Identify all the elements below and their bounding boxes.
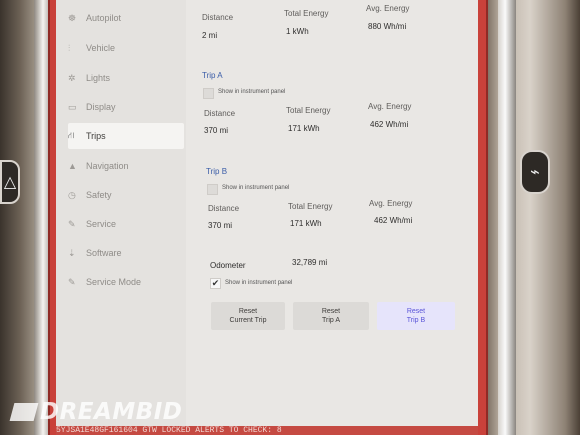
sidebar-item-label: Lights	[86, 73, 111, 83]
reset-trip-b-button[interactable]: Reset Trip B	[377, 302, 455, 330]
trip-a-checkbox-label: Show in instrument panel	[218, 89, 286, 95]
sidebar-item-label: Software	[86, 248, 122, 258]
trip-a-energy-label: Total Energy	[286, 106, 331, 115]
download-icon: ⇣	[68, 247, 76, 258]
sidebar-item-trips[interactable]: ⛙ Trips	[68, 123, 184, 149]
wrench-icon: ✎	[68, 218, 76, 229]
sliders-icon: ⫶	[68, 42, 71, 53]
trip-b-title: Trip B	[206, 167, 228, 176]
reset-trip-a-button[interactable]: Reset Trip A	[293, 302, 369, 330]
chrome-trim-right	[498, 0, 516, 435]
sidebar-item-label: Trips	[86, 131, 106, 141]
trip-a-avg-value: 462 Wh/mi	[370, 120, 409, 129]
current-avg-label: Avg. Energy	[366, 4, 410, 13]
reset-a-line2: Trip A	[321, 317, 341, 324]
sidebar-item-label: Service Mode	[86, 277, 142, 287]
odometer-checkbox-label: Show in instrument panel	[225, 280, 293, 286]
trip-a-energy-value: 171 kWh	[288, 124, 320, 133]
trips-panel: Distance Total Energy Avg. Energy 2 mi 1…	[194, 0, 470, 426]
sidebar-item-label: Navigation	[86, 161, 129, 171]
sidebar-item-service-mode[interactable]: ✎ Service Mode	[68, 270, 184, 294]
reset-current-line1: Reset	[238, 308, 258, 315]
sidebar-item-vehicle[interactable]: ⫶ Vehicle	[68, 36, 184, 60]
dreambid-watermark: DREAMBID	[9, 398, 183, 426]
trip-b-avg-label: Avg. Energy	[369, 199, 413, 208]
trip-b-checkbox[interactable]	[207, 184, 218, 195]
sidebar-item-service[interactable]: ✎ Service	[68, 212, 184, 236]
current-energy-value: 1 kWh	[286, 27, 309, 36]
sidebar-item-label: Vehicle	[86, 43, 116, 53]
trip-a-distance-label: Distance	[204, 109, 236, 118]
current-energy-label: Total Energy	[284, 9, 329, 18]
display-icon: ▭	[68, 101, 77, 112]
odometer-value: 32,789 mi	[292, 258, 328, 267]
trip-b-avg-value: 462 Wh/mi	[374, 216, 413, 225]
safety-icon: ◷	[68, 189, 76, 200]
odometer-checkbox[interactable]: ✔	[210, 278, 221, 289]
sidebar-item-autopilot[interactable]: ☸ Autopilot	[68, 6, 184, 30]
trip-b-distance-value: 370 mi	[208, 221, 233, 230]
trips-icon: ⛙	[68, 130, 75, 140]
trip-a-distance-value: 370 mi	[204, 126, 229, 135]
dreambid-logo-icon	[9, 403, 39, 421]
sun-icon: ✲	[68, 72, 76, 83]
trip-b-distance-label: Distance	[208, 204, 240, 213]
current-distance-label: Distance	[202, 13, 234, 22]
sidebar-item-display[interactable]: ▭ Display	[68, 95, 184, 119]
reset-current-trip-button[interactable]: Reset Current Trip	[211, 302, 285, 330]
car-interior-right	[480, 0, 580, 435]
current-distance-value: 2 mi	[202, 31, 218, 40]
sidebar-item-safety[interactable]: ◷ Safety	[68, 183, 184, 207]
trip-a-avg-label: Avg. Energy	[368, 102, 412, 111]
sidebar-item-label: Safety	[86, 190, 112, 200]
sidebar-item-software[interactable]: ⇣ Software	[68, 241, 184, 265]
reset-a-line1: Reset	[321, 308, 341, 315]
current-avg-value: 880 Wh/mi	[368, 22, 407, 31]
watermark-text: DREAMBID	[40, 399, 183, 425]
settings-sidebar: ☸ Autopilot ⫶ Vehicle ✲ Lights ▭ Display…	[56, 0, 186, 426]
hazard-button: △	[0, 160, 20, 204]
sidebar-item-label: Service	[86, 219, 117, 229]
trip-a-title: Trip A	[202, 71, 223, 80]
glovebox-button: ⌁	[520, 150, 550, 194]
reset-b-line2: Trip B	[406, 317, 426, 324]
sidebar-item-navigation[interactable]: ▲ Navigation	[68, 154, 184, 178]
navigation-icon: ▲	[68, 161, 77, 171]
sidebar-item-lights[interactable]: ✲ Lights	[68, 66, 184, 90]
reset-current-line2: Current Trip	[229, 317, 267, 324]
service-mode-icon: ✎	[68, 276, 76, 287]
trip-a-checkbox[interactable]	[203, 88, 214, 99]
sidebar-item-label: Display	[86, 102, 116, 112]
odometer-label: Odometer	[210, 261, 246, 270]
trip-b-checkbox-label: Show in instrument panel	[222, 185, 290, 191]
trip-b-energy-value: 171 kWh	[290, 219, 322, 228]
trip-b-energy-label: Total Energy	[288, 202, 333, 211]
steering-icon: ☸	[68, 12, 77, 23]
reset-b-line1: Reset	[406, 308, 426, 315]
touchscreen: ☸ Autopilot ⫶ Vehicle ✲ Lights ▭ Display…	[56, 0, 478, 426]
sidebar-item-label: Autopilot	[86, 13, 122, 23]
status-bar: 5YJSA1E48GF161604 GTW LOCKED ALERTS TO C…	[56, 426, 478, 435]
